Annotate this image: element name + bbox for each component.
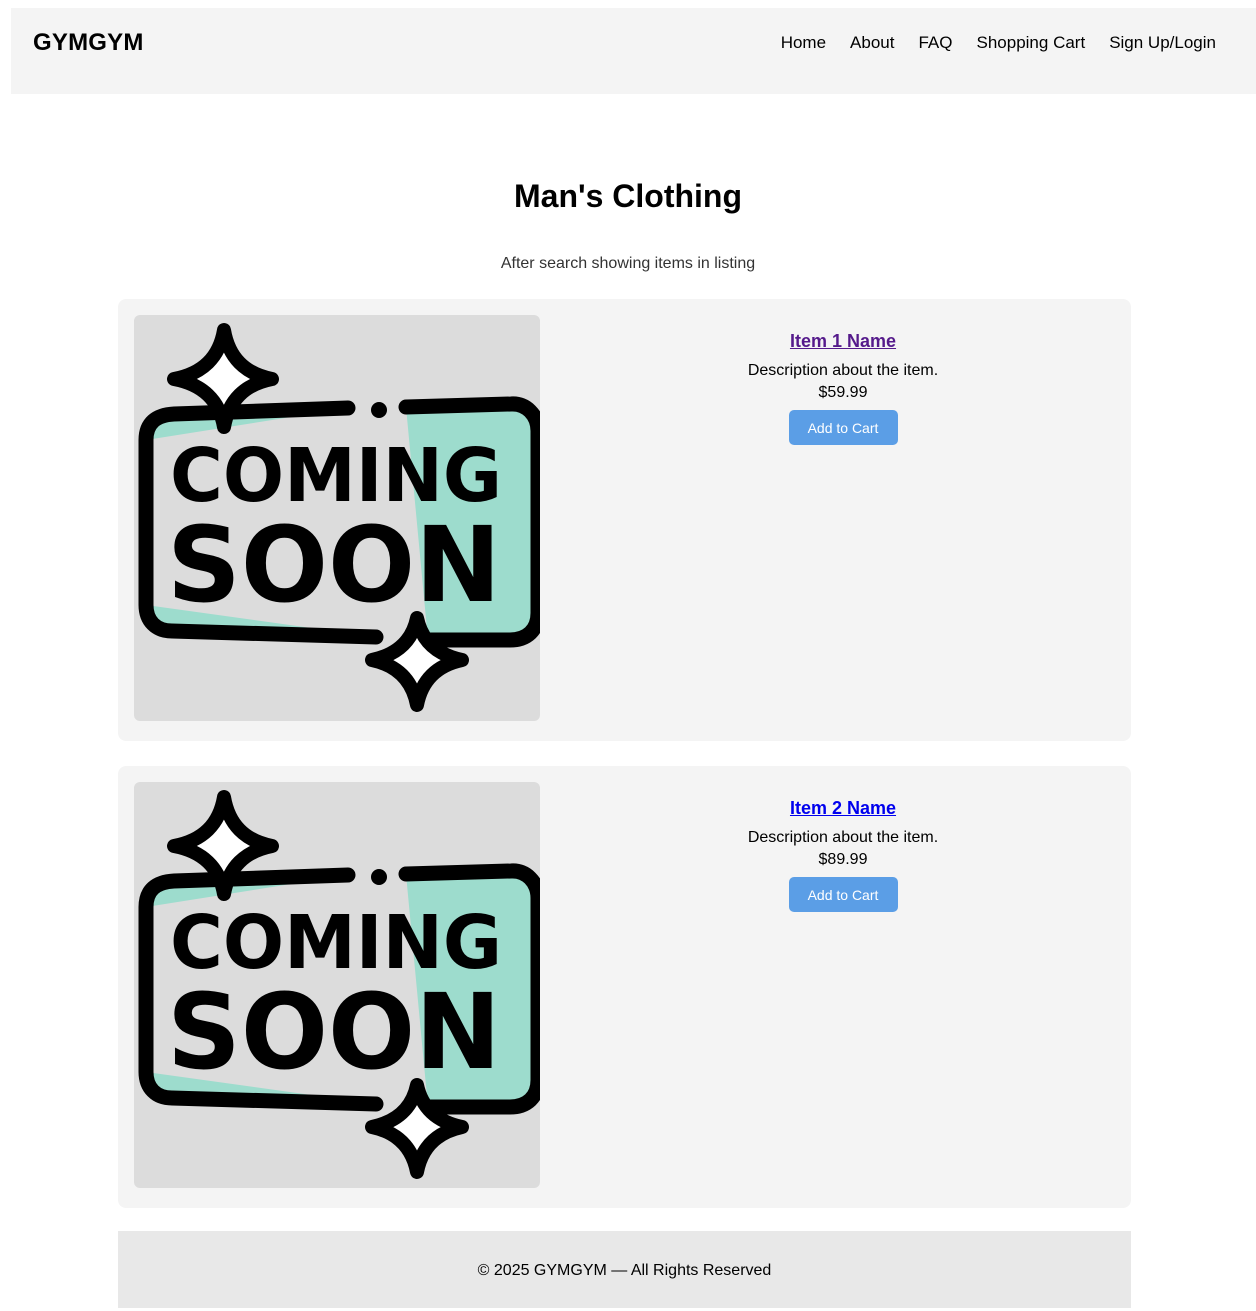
- product-description: Description about the item.: [747, 362, 939, 379]
- soon-text: SOON: [167, 504, 501, 626]
- footer-copyright: © 2025 GYMGYM — All Rights Reserved: [477, 1262, 772, 1279]
- nav-faq[interactable]: FAQ: [918, 33, 952, 53]
- nav-shopping-cart[interactable]: Shopping Cart: [977, 33, 1086, 53]
- add-to-cart-button[interactable]: Add to Cart: [788, 410, 898, 445]
- product-name-link[interactable]: Item 2 Name: [790, 798, 896, 819]
- footer: © 2025 GYMGYM — All Rights Reserved: [118, 1231, 1131, 1308]
- soon-text: SOON: [167, 971, 501, 1093]
- add-to-cart-button[interactable]: Add to Cart: [788, 877, 898, 912]
- page-subtitle: After search showing items in listing: [500, 255, 756, 272]
- product-card: COMING SOON Item 2 Name Description abou…: [118, 766, 1131, 1208]
- product-info: Item 2 Name Description about the item. …: [706, 798, 980, 912]
- nav-about[interactable]: About: [850, 33, 894, 53]
- product-price: $59.99: [818, 384, 868, 401]
- product-name-link[interactable]: Item 1 Name: [790, 331, 896, 352]
- product-image[interactable]: COMING SOON: [134, 315, 540, 721]
- coming-soon-icon: COMING SOON: [138, 790, 540, 1179]
- nav-signup-login[interactable]: Sign Up/Login: [1109, 33, 1216, 53]
- product-info: Item 1 Name Description about the item. …: [706, 331, 980, 445]
- coming-soon-icon: COMING SOON: [138, 323, 540, 712]
- product-image[interactable]: COMING SOON: [134, 782, 540, 1188]
- page-title: Man's Clothing: [513, 178, 743, 214]
- product-price: $89.99: [818, 851, 868, 868]
- nav-home[interactable]: Home: [781, 33, 826, 53]
- navbar: GYMGYM Home About FAQ Shopping Cart Sign…: [11, 8, 1256, 94]
- product-card: COMING SOON Item 1 Name Description abou…: [118, 299, 1131, 741]
- brand-logo[interactable]: GYMGYM: [33, 29, 144, 57]
- nav-links: Home About FAQ Shopping Cart Sign Up/Log…: [781, 33, 1216, 53]
- product-description: Description about the item.: [747, 829, 939, 846]
